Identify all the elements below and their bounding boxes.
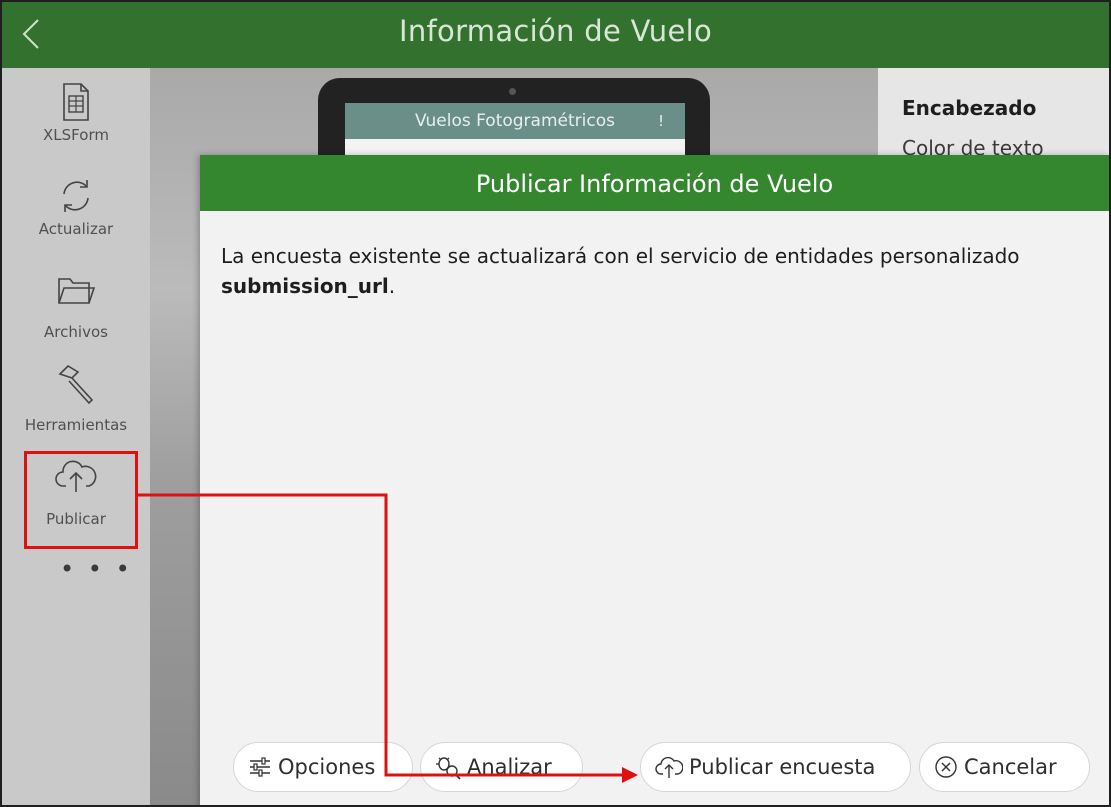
- dialog-message-text: La encuesta existente se actualizará con…: [221, 244, 1020, 268]
- close-circle-icon: [935, 756, 957, 778]
- sidebar: XLSForm Actualizar Archivos Herramientas…: [2, 68, 150, 805]
- sidebar-item-herramientas[interactable]: Herramientas: [2, 362, 150, 434]
- style-panel-heading: Encabezado: [902, 96, 1037, 120]
- dialog-message: La encuesta existente se actualizará con…: [221, 241, 1091, 301]
- more-menu-button[interactable]: • • •: [60, 555, 133, 583]
- analyze-bug-search-icon: [436, 757, 461, 780]
- phone-header-title: Vuelos Fotogramétricos: [345, 103, 685, 139]
- analyze-button[interactable]: Analizar: [420, 742, 583, 792]
- cloud-upload-icon: [655, 756, 683, 778]
- dialog-title: Publicar Información de Vuelo: [200, 155, 1109, 211]
- top-bar: Información de Vuelo: [2, 2, 1109, 68]
- cancel-button-label: Cancelar: [964, 755, 1057, 779]
- sidebar-item-label: XLSForm: [43, 126, 109, 144]
- sidebar-item-archivos[interactable]: Archivos: [2, 273, 150, 341]
- sidebar-item-actualizar[interactable]: Actualizar: [2, 176, 150, 238]
- sidebar-item-label: Herramientas: [24, 416, 128, 434]
- refresh-icon: [63, 180, 89, 212]
- cancel-button[interactable]: Cancelar: [919, 742, 1090, 792]
- hammer-icon: [58, 364, 94, 405]
- warning-icon: !: [658, 112, 665, 130]
- sliders-icon: [250, 757, 270, 777]
- dialog-message-url: submission_url: [221, 274, 389, 298]
- sidebar-item-label: Actualizar: [38, 220, 114, 238]
- xlsform-file-icon: [63, 83, 89, 121]
- options-button[interactable]: Opciones: [233, 742, 413, 792]
- publish-survey-button[interactable]: Publicar encuesta: [640, 742, 911, 792]
- options-button-label: Opciones: [278, 755, 376, 779]
- analyze-button-label: Analizar: [467, 755, 552, 779]
- app-window: Información de Vuelo XLSForm Actualizar: [0, 0, 1111, 807]
- sidebar-item-label: Archivos: [44, 323, 108, 341]
- phone-camera: [509, 88, 516, 95]
- folder-icon: [58, 278, 96, 304]
- page-title: Información de Vuelo: [398, 14, 713, 48]
- annotation-highlight-box: [24, 451, 138, 549]
- dialog-message-end: .: [388, 274, 396, 298]
- publish-survey-button-label: Publicar encuesta: [689, 755, 876, 779]
- publish-dialog: Publicar Información de Vuelo La encuest…: [200, 155, 1109, 805]
- sidebar-item-xlsform[interactable]: XLSForm: [2, 82, 150, 144]
